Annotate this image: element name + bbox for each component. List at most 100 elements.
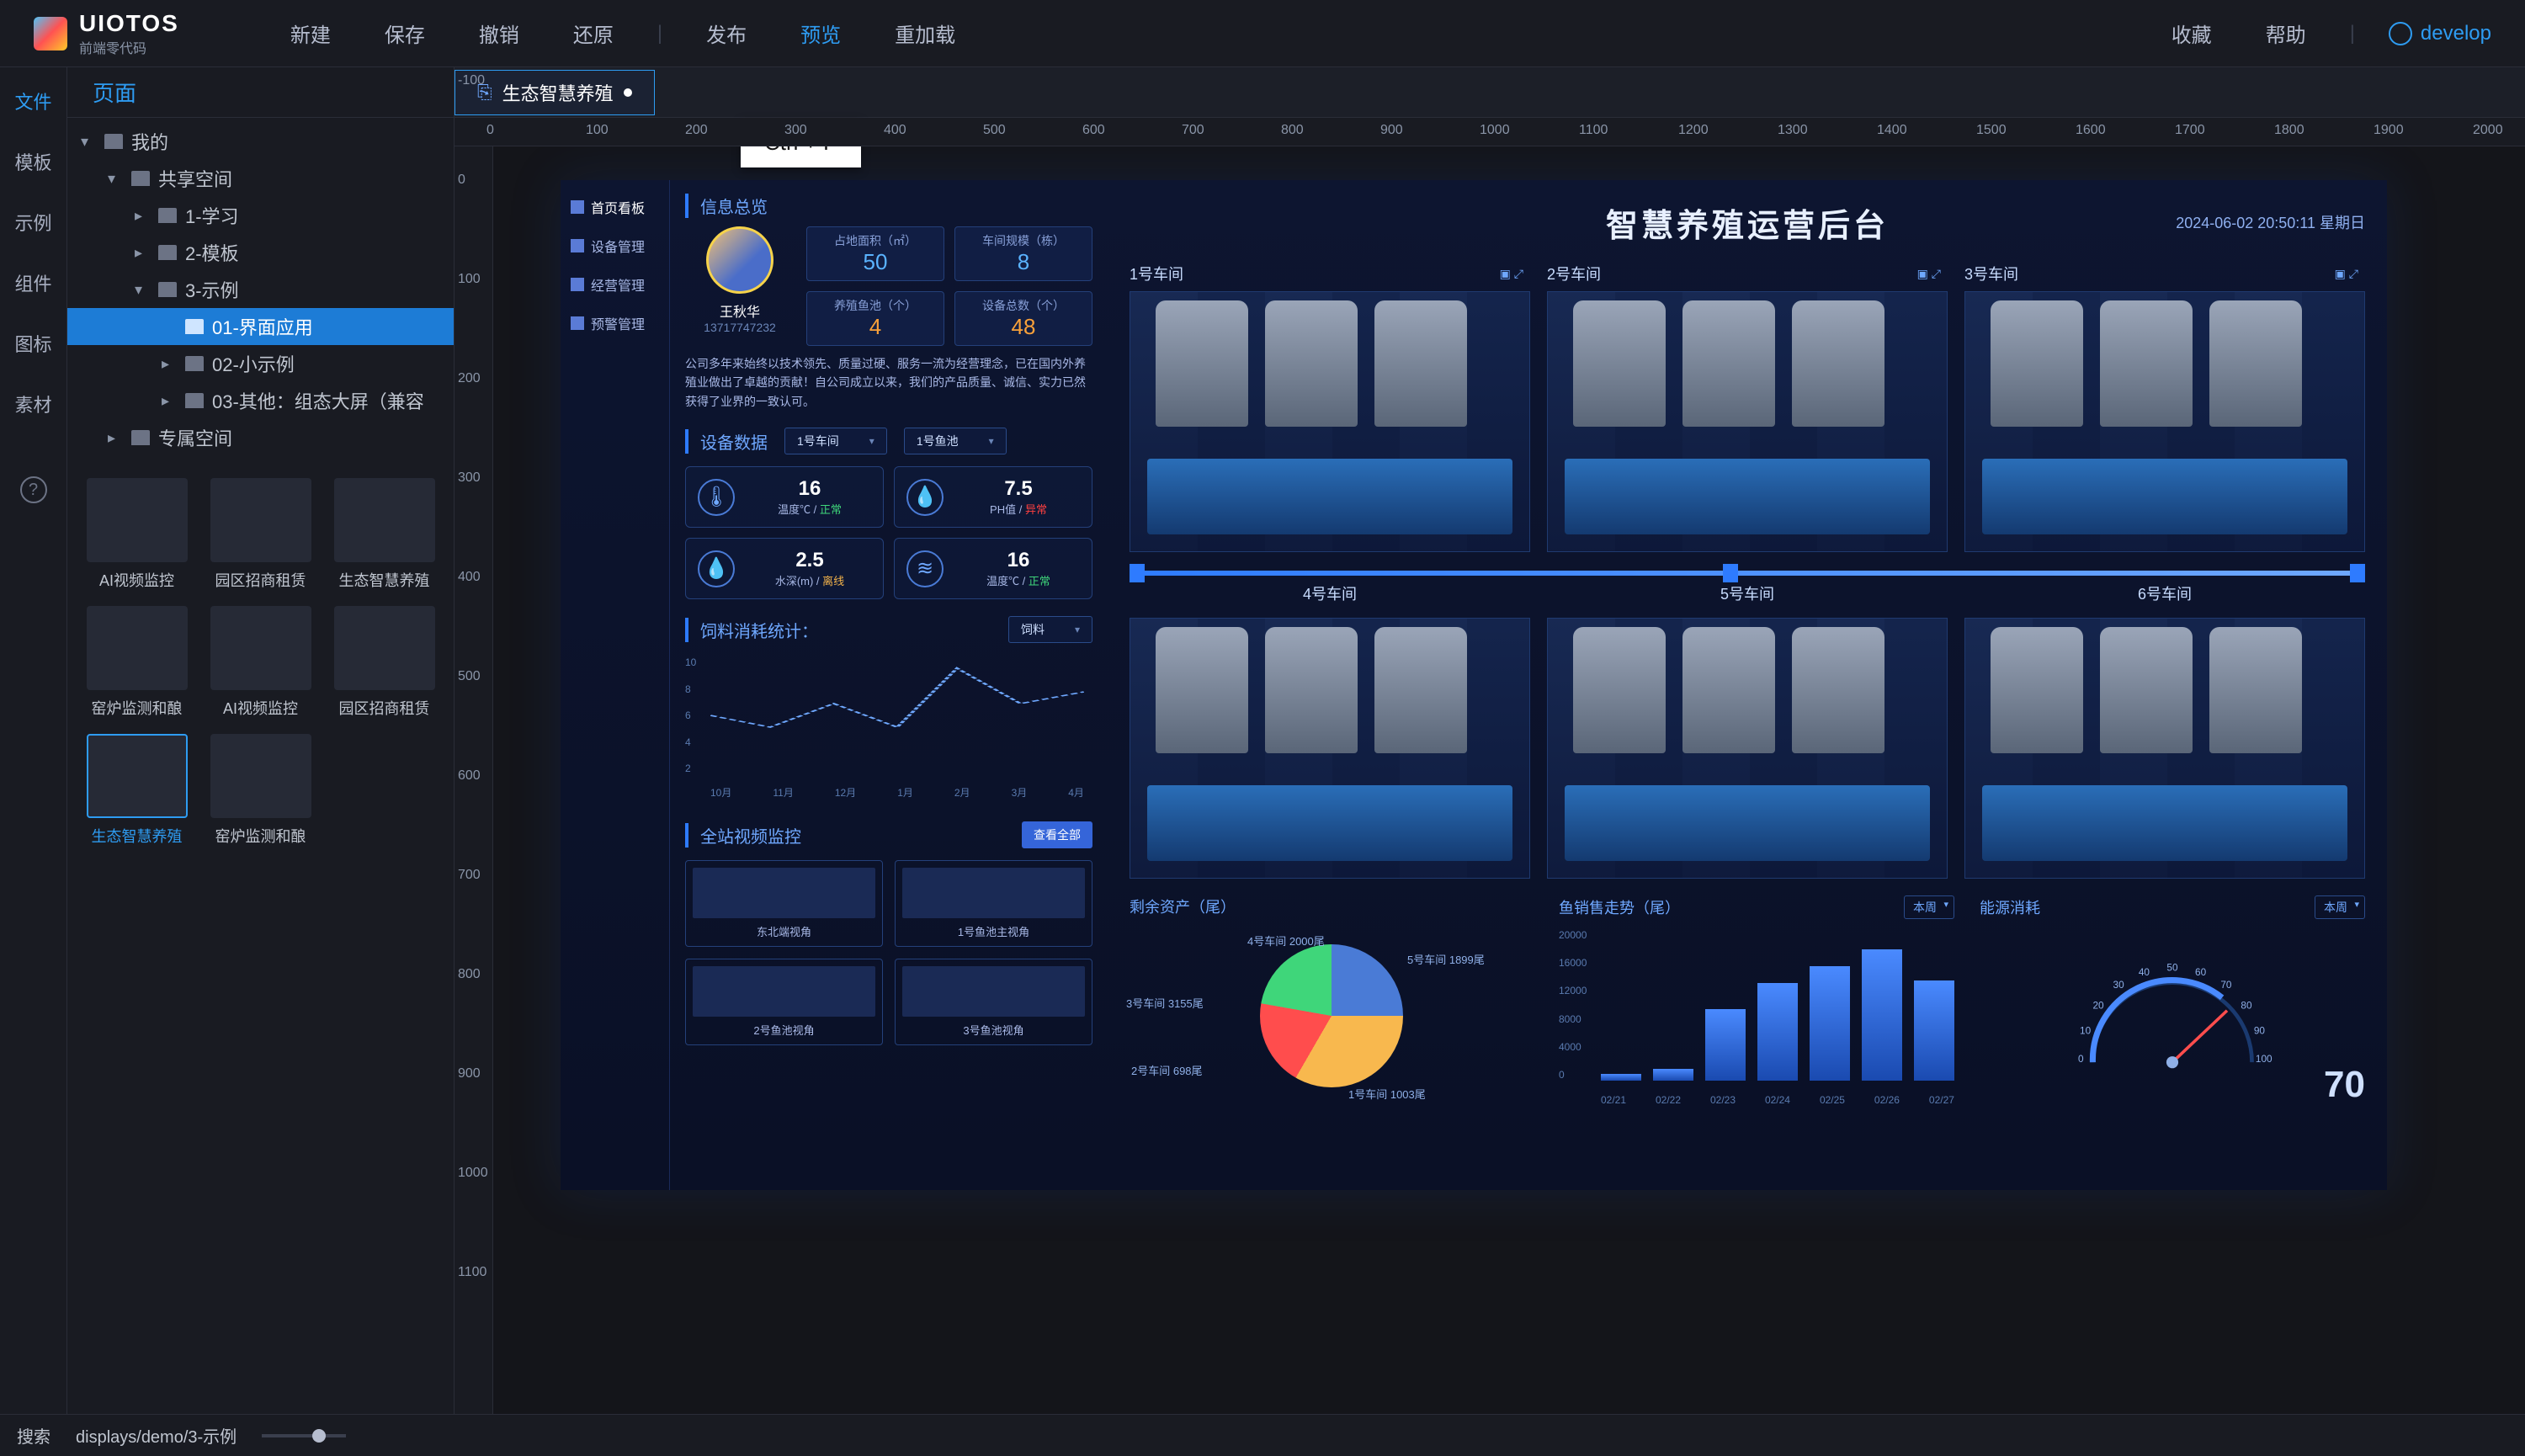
info-description: 公司多年来始终以技术领先、质量过硬、服务一流为经营理念，已在国内外养殖业做出了卓…	[685, 354, 1092, 411]
workshop-label: 4号车间	[1130, 582, 1530, 604]
tree-node[interactable]: ▸专属空间	[67, 419, 454, 456]
sales-panel: 鱼销售走势（尾） 本周 200001600012000800040000 02/…	[1559, 895, 1954, 1106]
tree-node[interactable]: 01-界面应用	[67, 308, 454, 345]
feed-section: 饲料消耗统计： 饲料 108642 10月11月12月1月2月3月4月	[685, 616, 1092, 800]
workshop-card[interactable]	[1547, 618, 1948, 879]
video-card[interactable]: 东北端视角	[685, 860, 883, 947]
video-section: 全站视频监控 查看全部 东北端视角1号鱼池主视角2号鱼池视角3号鱼池视角	[685, 821, 1092, 1045]
bar	[1810, 966, 1850, 1081]
thumbnail[interactable]: AI视频监控	[203, 606, 318, 719]
svg-text:50: 50	[2166, 963, 2178, 973]
video-card[interactable]: 1号鱼池主视角	[895, 860, 1092, 947]
tree-node[interactable]: ▾3-示例	[67, 271, 454, 308]
info-cell: 占地面积（㎡）50	[806, 226, 944, 281]
avatar	[706, 226, 773, 294]
tree-node[interactable]: ▾共享空间	[67, 160, 454, 197]
bar	[1757, 983, 1798, 1081]
rail-图标[interactable]: 图标	[14, 330, 51, 357]
pie-label: 3号车间 3155尾	[1126, 995, 1204, 1011]
energy-period-select[interactable]: 本周	[2315, 895, 2365, 919]
thumbnail[interactable]: 园区招商租赁	[327, 606, 442, 719]
help-icon[interactable]: ?	[20, 476, 47, 503]
video-card[interactable]: 3号鱼池视角	[895, 959, 1092, 1045]
ruler-horizontal: 0100200300400500600700800900100011001200…	[454, 118, 2525, 146]
thumbnail[interactable]: 生态智慧养殖	[327, 478, 442, 591]
tree-node[interactable]: ▸02-小示例	[67, 345, 454, 382]
dash-nav-item[interactable]: 预警管理	[571, 313, 659, 333]
tree-node[interactable]: ▾我的	[67, 123, 454, 160]
sidebar-tab-page[interactable]: 页面	[67, 77, 162, 108]
tree-node[interactable]: ▸1-学习	[67, 197, 454, 234]
zoom-control[interactable]	[262, 1434, 346, 1437]
menu-发布[interactable]: 发布	[696, 12, 757, 55]
sensor-card: 💧2.5水深(m) / 离线	[685, 538, 884, 599]
menu-预览[interactable]: 预览	[790, 12, 851, 55]
rail-文件[interactable]: 文件	[14, 88, 51, 114]
dash-nav-item[interactable]: 经营管理	[571, 274, 659, 295]
timeline-slider[interactable]	[1130, 571, 2365, 576]
workshop-card[interactable]: 1号车间▣ ⤢	[1130, 263, 1530, 552]
rail-模板[interactable]: 模板	[14, 148, 51, 175]
logo-icon	[34, 17, 67, 50]
video-title: 全站视频监控	[685, 823, 801, 848]
workshop-card[interactable]: 2号车间▣ ⤢	[1547, 263, 1948, 552]
rail-示例[interactable]: 示例	[14, 209, 51, 236]
svg-text:40: 40	[2139, 966, 2150, 978]
menu-还原[interactable]: 还原	[563, 12, 624, 55]
svg-text:0: 0	[2078, 1053, 2084, 1065]
menu-撤销[interactable]: 撤销	[469, 12, 529, 55]
info-cell: 养殖鱼池（个）4	[806, 291, 944, 346]
thumbnail[interactable]: 窑炉监测和酿	[203, 734, 318, 847]
rail-组件[interactable]: 组件	[14, 269, 51, 296]
thumbnail[interactable]: 园区招商租赁	[203, 478, 318, 591]
menu-重加载[interactable]: 重加载	[885, 12, 965, 55]
menu-favorites[interactable]: 收藏	[2161, 12, 2222, 55]
sales-period-select[interactable]: 本周	[1904, 895, 1954, 919]
energy-panel: 能源消耗 本周 0102030405060708090100	[1980, 895, 2365, 1106]
thumbnail-grid: AI视频监控园区招商租赁生态智慧养殖窑炉监测和酿AI视频监控园区招商租赁生态智慧…	[67, 461, 454, 1414]
workshop-card[interactable]: 3号车间▣ ⤢	[1964, 263, 2365, 552]
thumbnail[interactable]: 窑炉监测和酿	[79, 606, 194, 719]
view-all-button[interactable]: 查看全部	[1022, 821, 1092, 848]
user-name: develop	[2421, 22, 2491, 45]
dash-nav-item[interactable]: 设备管理	[571, 236, 659, 256]
pond-select[interactable]: 1号鱼池	[904, 428, 1007, 454]
tree-node[interactable]: ▸03-其他：组态大屏（兼容	[67, 382, 454, 419]
ruler-vertical: 0-10010020030040050060070080090010001100	[454, 146, 493, 1414]
app-logo: UIOTOS 前端零代码	[34, 10, 179, 57]
avatar-phone: 13717747232	[685, 321, 795, 334]
workshop-label: 6号车间	[1964, 582, 2365, 604]
bar	[1601, 1074, 1641, 1081]
energy-gauge: 0102030405060708090100	[2071, 963, 2273, 1072]
menu-保存[interactable]: 保存	[375, 12, 435, 55]
pie-label: 2号车间 698尾	[1131, 1062, 1203, 1078]
bar	[1914, 980, 1954, 1081]
feed-type-select[interactable]: 饲料	[1008, 616, 1092, 643]
menu-新建[interactable]: 新建	[280, 12, 341, 55]
bar	[1653, 1069, 1693, 1081]
canvas-viewport[interactable]: 首页看板设备管理经营管理预警管理 信息总览 王秋华 13717747232	[493, 146, 2525, 1414]
device-section: 设备数据 1号车间 1号鱼池 🌡16温度℃ / 正常💧7.5PH值 / 异常💧2…	[685, 428, 1092, 599]
menu-help[interactable]: 帮助	[2256, 12, 2316, 55]
feed-line-chart: 108642 10月11月12月1月2月3月4月	[685, 648, 1092, 800]
thumbnail[interactable]: AI视频监控	[79, 478, 194, 591]
user-menu[interactable]: develop	[2389, 22, 2491, 45]
thumbnail[interactable]: 生态智慧养殖	[79, 734, 194, 847]
svg-text:80: 80	[2241, 999, 2252, 1011]
dashboard-preview: 首页看板设备管理经营管理预警管理 信息总览 王秋华 13717747232	[561, 180, 2387, 1190]
workshop-card[interactable]	[1964, 618, 2365, 879]
search-label[interactable]: 搜索	[17, 1423, 50, 1448]
sensor-card: 🌡16温度℃ / 正常	[685, 466, 884, 528]
svg-text:20: 20	[2092, 999, 2104, 1011]
explorer-sidebar: 页面 ▾我的▾共享空间▸1-学习▸2-模板▾3-示例01-界面应用▸02-小示例…	[67, 67, 454, 1414]
rail-素材[interactable]: 素材	[14, 391, 51, 417]
video-card[interactable]: 2号鱼池视角	[685, 959, 883, 1045]
svg-text:100: 100	[2256, 1053, 2272, 1065]
workshop-card[interactable]	[1130, 618, 1530, 879]
workshop-select[interactable]: 1号车间	[784, 428, 887, 454]
dash-nav-item[interactable]: 首页看板	[571, 197, 659, 217]
tree-node[interactable]: ▸2-模板	[67, 234, 454, 271]
pie-label: 1号车间 1003尾	[1348, 1086, 1426, 1102]
status-path: displays/demo/3-示例	[76, 1423, 237, 1448]
avatar-name: 王秋华	[685, 300, 795, 321]
